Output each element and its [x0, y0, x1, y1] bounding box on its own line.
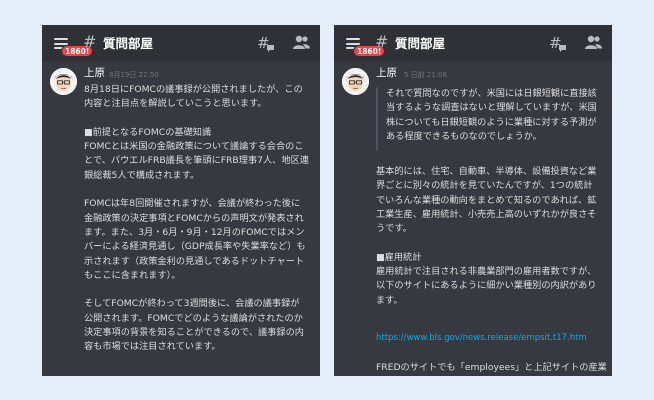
message-body: 基本的には、住宅、自動車、半導体、設備投資など業 界ごとに別々の統計を見ていたん… [376, 166, 597, 306]
channel-name: 質問部屋 [395, 36, 446, 51]
channel-name: 質問部屋 [103, 36, 154, 51]
channel-header: 1860! # 質問部屋 # [334, 25, 612, 61]
avatar[interactable] [342, 68, 369, 95]
screenshot-right: 1860! # 質問部屋 # 上原 5 日前 21:08 それで質問なのですが、… [334, 25, 612, 376]
author-name[interactable]: 上原 [84, 67, 105, 80]
screenshot-left: 1860! # 質問部屋 # 上原 8月19日 22:50 8月18日にFOMC… [42, 25, 320, 376]
quoted-text: それで質問なのですが、米国には日銀短観に直接該 当するような調査はないと理解して… [386, 88, 597, 142]
members-icon[interactable] [293, 34, 310, 51]
avatar[interactable] [50, 68, 77, 95]
author-name[interactable]: 上原 [376, 67, 397, 80]
members-icon[interactable] [585, 34, 602, 51]
threads-icon[interactable]: # [257, 34, 275, 52]
hash-icon: # [375, 32, 389, 51]
message-timestamp: 8月19日 22:50 [109, 71, 159, 79]
threads-icon[interactable]: # [549, 34, 567, 52]
message-tail: FREDのサイトでも「employees」と上記サイトの産業 [376, 362, 607, 373]
quote-bar [376, 87, 378, 151]
message-timestamp: 5 日前 21:08 [404, 71, 448, 79]
bls-link[interactable]: https://www.bls.gov/news.release/empsit.… [376, 332, 587, 344]
channel-header: 1860! # 質問部屋 # [42, 25, 320, 61]
hash-icon: # [83, 32, 97, 51]
message-body: 8月18日にFOMCの議事録が公開されましたが、この 内容と注目点を解説していこ… [84, 84, 309, 353]
